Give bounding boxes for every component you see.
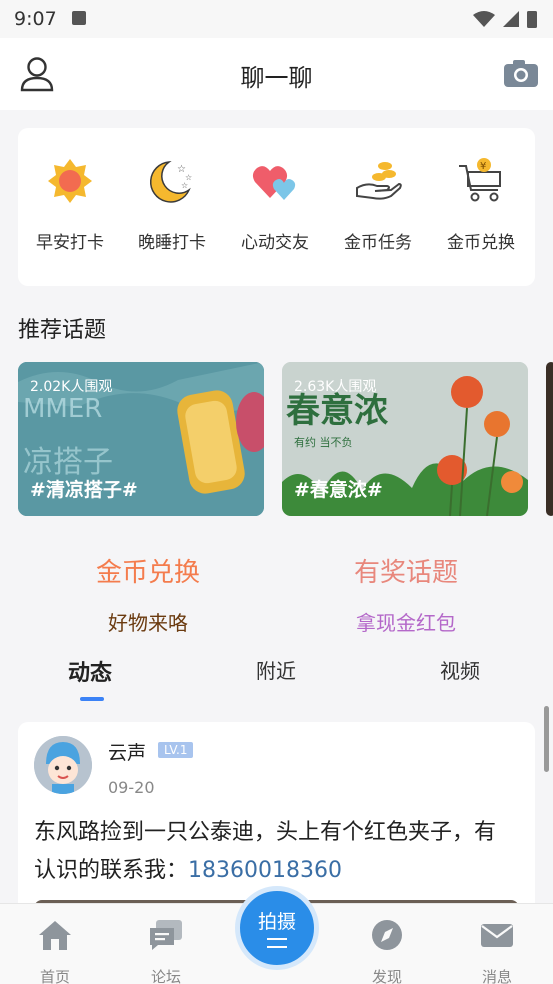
topic-views: 2.63K人围观: [294, 379, 377, 395]
recommended-topics-title: 推荐话题: [18, 318, 107, 343]
topic-carousel[interactable]: MMER 凉搭子 2.02K人围观 #清凉搭子# 春意浓 有约 当不负 2.63…: [0, 362, 553, 517]
shopping-cart-icon: ¥: [459, 158, 501, 202]
wifi-icon: [473, 11, 495, 27]
promo-title: 有奖话题: [353, 558, 458, 588]
topic-card[interactable]: MMER 凉搭子 2.02K人围观 #清凉搭子#: [18, 362, 264, 516]
battery-icon: [527, 11, 537, 28]
quick-action-dating[interactable]: 心动交友: [225, 156, 325, 253]
promo-subtitle: 拿现金红包: [356, 611, 456, 635]
quick-actions-card: 早安打卡 ☆ ☆ ☆ 晚睡打卡 心动交友 金币任务 ¥ 金币兑换: [18, 128, 535, 286]
topic-views: 2.02K人围观: [30, 379, 113, 395]
quick-action-label: 金币任务: [344, 233, 412, 253]
status-icons: [473, 11, 537, 28]
forum-icon: [150, 920, 182, 950]
quick-action-label: 金币兑换: [447, 233, 515, 253]
promo-prize-topic[interactable]: 有奖话题 拿现金红包: [281, 552, 531, 636]
mail-icon: [481, 924, 513, 947]
quick-action-coin-exchange[interactable]: ¥ 金币兑换: [431, 156, 531, 253]
moon-stars-icon: ☆ ☆ ☆: [149, 161, 192, 203]
tab-nearby[interactable]: 附近: [256, 655, 296, 684]
quick-action-coin-task[interactable]: 金币任务: [328, 156, 428, 253]
promo-title: 金币兑换: [95, 558, 200, 588]
nav-label: 发现: [371, 968, 402, 984]
tab-indicator: [80, 697, 104, 701]
capture-label: 拍摄: [257, 911, 296, 933]
quick-action-night[interactable]: ☆ ☆ ☆ 晚睡打卡: [122, 156, 222, 253]
page-title: 聊一聊: [240, 64, 313, 92]
bottom-nav: 首页 论坛 拍摄 发现 消息: [0, 886, 553, 984]
tab-video[interactable]: 视频: [440, 655, 480, 684]
nav-home[interactable]: 首页: [15, 918, 95, 984]
quick-action-label: 晚睡打卡: [138, 233, 206, 253]
camera-icon[interactable]: [503, 58, 539, 88]
tab-dynamic[interactable]: 动态: [68, 655, 112, 687]
topic-card-peek[interactable]: [546, 362, 553, 516]
feed-tabs: 动态 附近 视频: [0, 655, 553, 705]
svg-text:春意浓: 春意浓: [286, 391, 389, 431]
promo-coin-exchange[interactable]: 金币兑换 好物来咯: [23, 552, 273, 636]
avatar-image: [34, 736, 92, 794]
post-author[interactable]: 云声: [108, 738, 146, 765]
sun-icon: [48, 159, 92, 203]
promo-row: 金币兑换 好物来咯 有奖话题 拿现金红包: [0, 552, 553, 642]
topic-name: #清凉搭子#: [30, 479, 138, 501]
status-time: 9:07: [14, 8, 57, 30]
svg-text:有约 当不负: 有约 当不负: [294, 435, 353, 449]
hearts-icon: [252, 166, 296, 200]
nav-forum[interactable]: 论坛: [126, 918, 206, 984]
topic-card[interactable]: 春意浓 有约 当不负 2.63K人围观 #春意浓#: [282, 362, 528, 516]
post-text: 东风路捡到一只公泰迪，头上有个红色夹子，有认识的联系我：18360018360: [34, 814, 504, 890]
svg-text:MMER: MMER: [23, 394, 102, 424]
nav-discover[interactable]: 发现: [347, 918, 427, 984]
scrollbar[interactable]: [544, 706, 549, 772]
status-bar: 9:07: [0, 0, 553, 38]
svg-text:¥: ¥: [480, 161, 486, 172]
signal-icon: [503, 11, 519, 27]
post-phone-link[interactable]: 18360018360: [188, 858, 342, 883]
nav-label: 消息: [481, 968, 512, 984]
post-date: 09-20: [108, 778, 155, 797]
home-icon: [39, 921, 71, 950]
svg-text:☆: ☆: [181, 181, 188, 190]
capture-button[interactable]: 拍摄: [235, 886, 319, 970]
quick-action-morning[interactable]: 早安打卡: [20, 156, 120, 253]
compass-icon: [372, 920, 402, 950]
promo-subtitle: 好物来咯: [108, 611, 188, 635]
top-header: 聊一聊: [0, 38, 553, 110]
nav-label: 论坛: [150, 968, 181, 984]
avatar[interactable]: [34, 736, 92, 794]
quick-action-label: 心动交友: [241, 233, 309, 253]
level-badge: LV.1: [158, 742, 194, 758]
nav-messages[interactable]: 消息: [457, 918, 537, 984]
nav-label: 首页: [39, 968, 70, 984]
topic-name: #春意浓#: [294, 479, 383, 501]
quick-action-label: 早安打卡: [36, 233, 104, 253]
capture-icon: [267, 938, 287, 948]
sim-icon: [72, 11, 86, 25]
coin-hand-icon: [356, 162, 402, 200]
